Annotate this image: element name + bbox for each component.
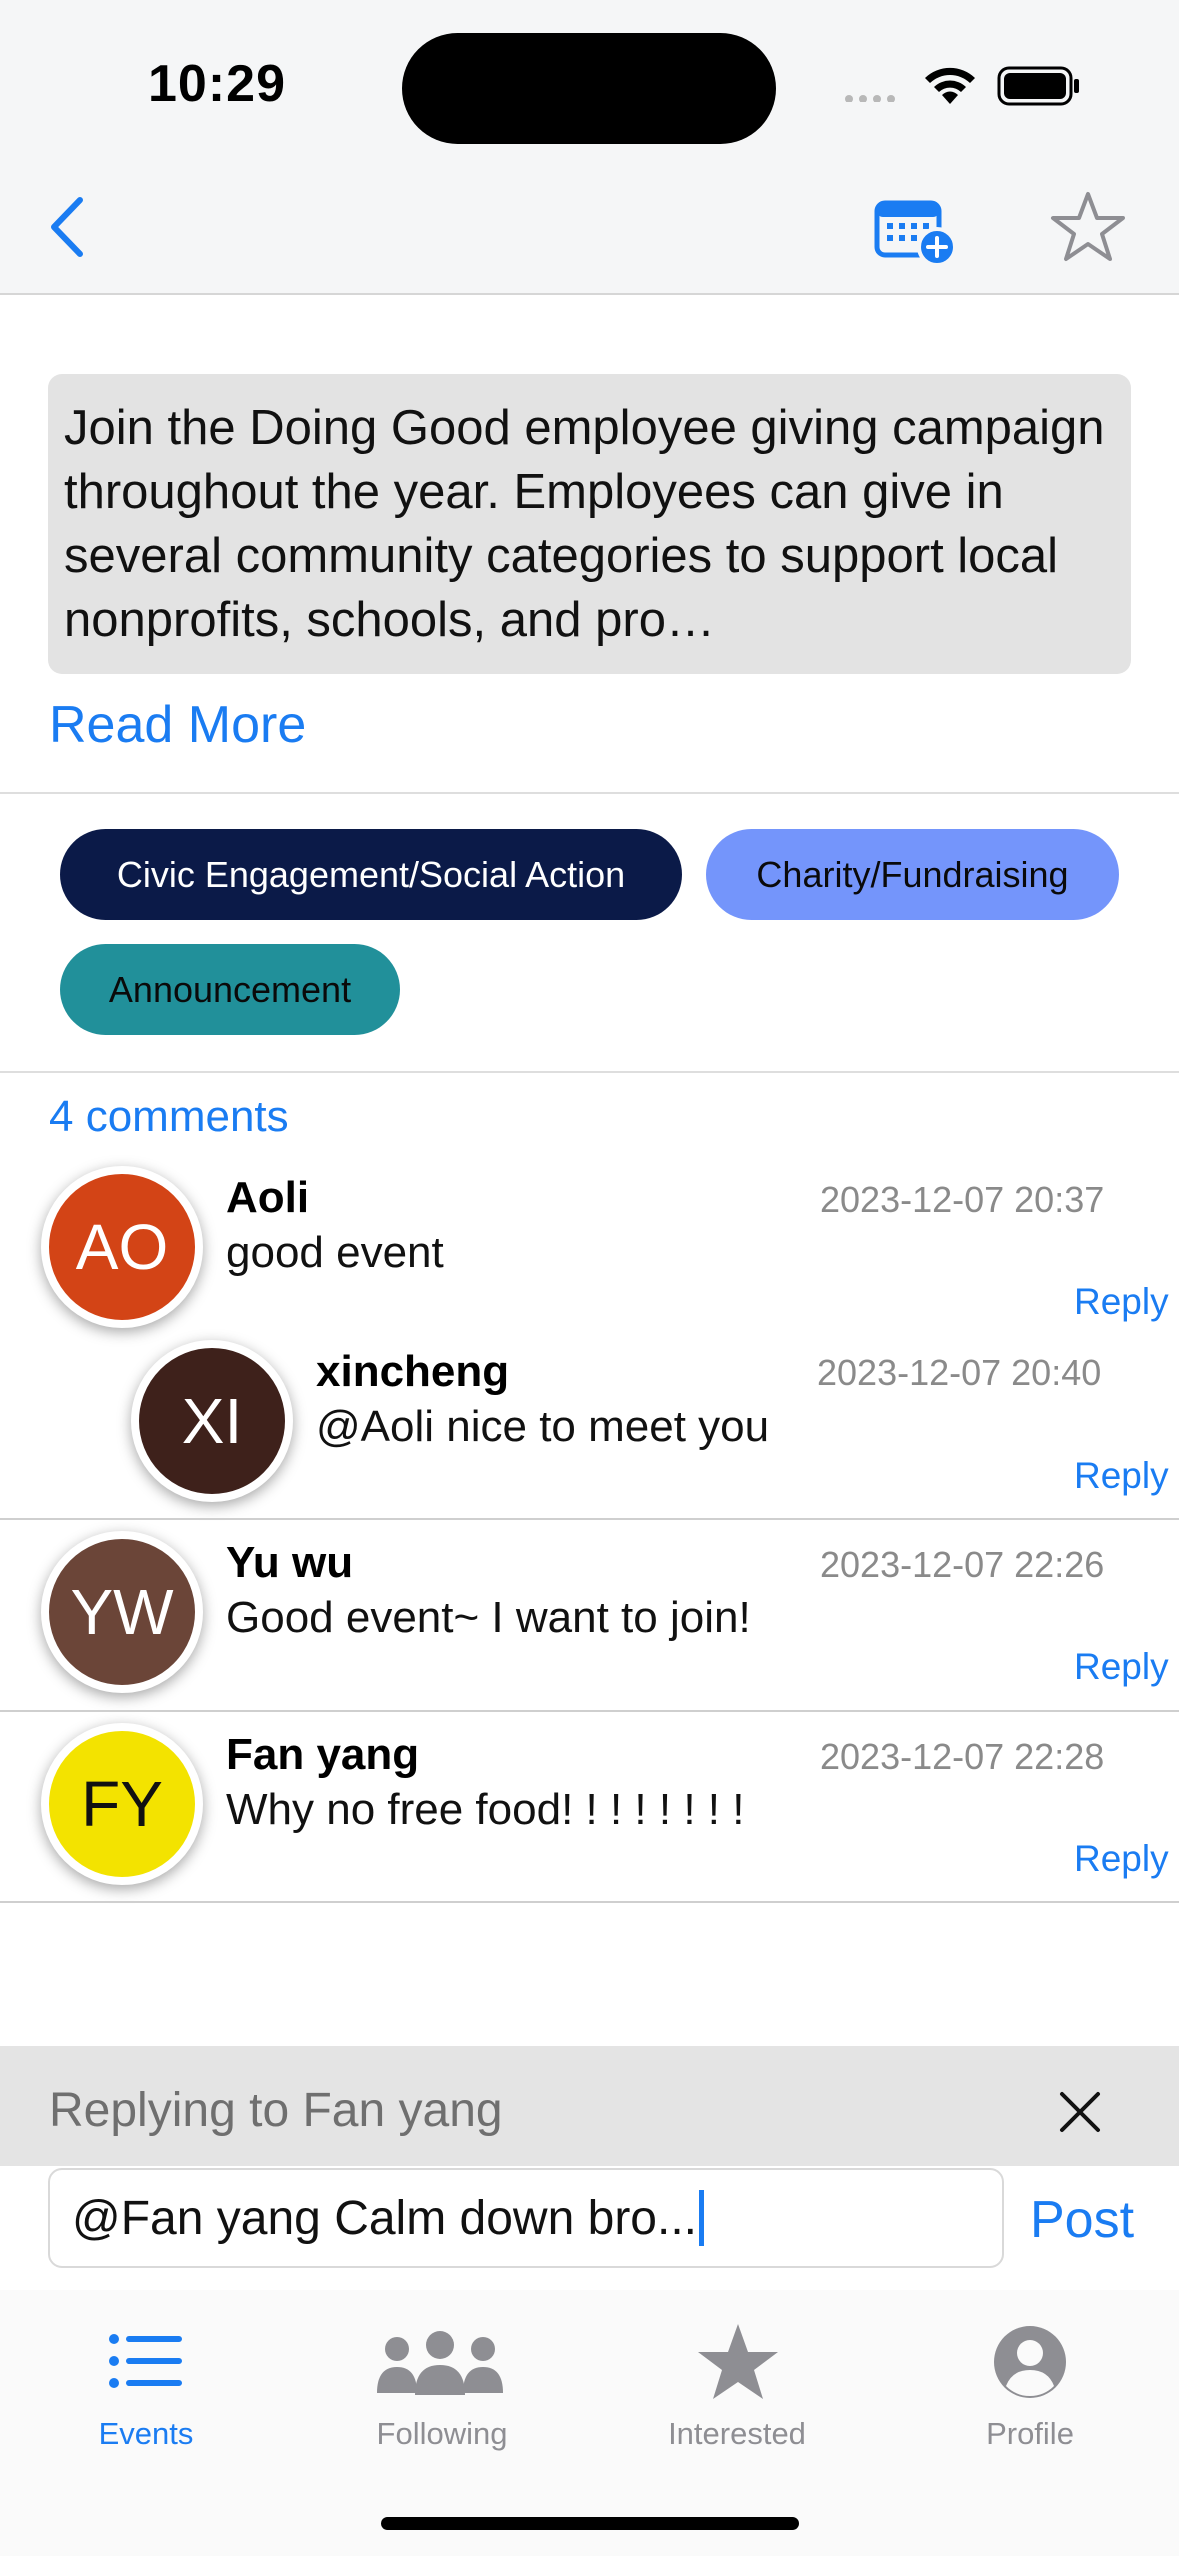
text-caret [699, 2190, 705, 2246]
back-icon[interactable] [48, 196, 88, 258]
avatar[interactable]: YW [41, 1531, 203, 1693]
tab-interested[interactable] [690, 2320, 786, 2416]
battery-icon [997, 66, 1079, 106]
comments-count[interactable]: 4 comments [49, 1092, 289, 1142]
read-more-link[interactable]: Read More [49, 695, 306, 755]
comment-divider [0, 1710, 1179, 1712]
avatar[interactable]: XI [131, 1340, 293, 1502]
dynamic-island [402, 33, 776, 144]
reply-button[interactable]: Reply [1074, 1838, 1169, 1880]
comment-divider [0, 1901, 1179, 1903]
list-icon [109, 2334, 182, 2388]
comment-timestamp: 2023-12-07 20:37 [820, 1179, 1105, 1220]
comment-input-value: @Fan yang Calm down bro... [72, 2191, 698, 2245]
reply-button[interactable]: Reply [1074, 1281, 1169, 1323]
post-button[interactable]: Post [1030, 2190, 1134, 2250]
star-filled-icon [698, 2324, 778, 2399]
comment-timestamp: 2023-12-07 22:28 [820, 1736, 1105, 1777]
tag-charity-fundraising[interactable]: Charity/Fundraising [706, 829, 1119, 920]
star-outline-icon[interactable] [1050, 190, 1126, 262]
comment-text: @Aoli nice to meet you [316, 1402, 770, 1451]
calendar-add-icon[interactable] [873, 195, 957, 267]
home-indicator [381, 2517, 799, 2530]
comment-author: Yu wu [226, 1538, 354, 1587]
section-divider [0, 1071, 1179, 1073]
comment-timestamp: 2023-12-07 22:26 [820, 1544, 1105, 1585]
section-divider [0, 792, 1179, 794]
avatar[interactable]: AO [41, 1166, 203, 1328]
comment-text: good event [226, 1228, 444, 1277]
tab-following-label: Following [376, 2416, 508, 2451]
person-circle-icon [994, 2326, 1066, 2398]
tab-profile-label: Profile [986, 2416, 1074, 2451]
tag-announcement[interactable]: Announcement [60, 944, 400, 1035]
comment-author: xincheng [316, 1347, 510, 1396]
tab-following[interactable] [370, 2323, 510, 2419]
tab-profile[interactable] [990, 2320, 1070, 2416]
comment-author: Aoli [226, 1173, 310, 1222]
cellular-signal-icon [845, 95, 895, 102]
nav-divider [0, 293, 1179, 295]
tab-events-label: Events [98, 2416, 194, 2451]
comment-divider [0, 1518, 1179, 1520]
people-icon [377, 2331, 503, 2395]
comment-input[interactable]: @Fan yang Calm down bro... [48, 2168, 1004, 2268]
comment-text: Why no free food! ! ! ! ! ! ! ! [226, 1785, 745, 1834]
event-description: Join the Doing Good employee giving camp… [48, 374, 1131, 674]
status-time: 10:29 [148, 55, 286, 113]
comment-author: Fan yang [226, 1730, 420, 1779]
close-icon[interactable] [1058, 2090, 1102, 2134]
comment-timestamp: 2023-12-07 20:40 [817, 1352, 1102, 1393]
reply-button[interactable]: Reply [1074, 1646, 1169, 1688]
comment-text: Good event~ I want to join! [226, 1593, 751, 1642]
tab-interested-label: Interested [668, 2416, 806, 2451]
tab-events[interactable] [86, 2323, 206, 2419]
avatar[interactable]: FY [41, 1723, 203, 1885]
replying-to-label: Replying to Fan yang [49, 2084, 503, 2137]
wifi-icon [925, 67, 975, 104]
tag-civic-engagement[interactable]: Civic Engagement/Social Action [60, 829, 682, 920]
reply-button[interactable]: Reply [1074, 1455, 1169, 1497]
